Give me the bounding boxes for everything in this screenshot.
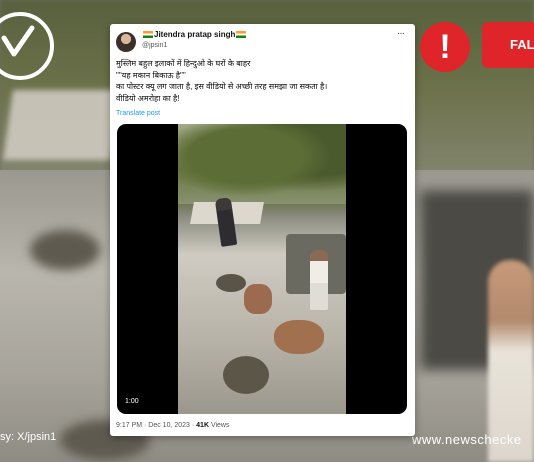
video-duration: 1:00 [125, 398, 139, 405]
video-mud-pile [223, 356, 269, 394]
background-rock [30, 230, 100, 270]
background-slab [3, 90, 121, 160]
author-name-text: Jitendra pratap singh [154, 30, 236, 39]
tweet-meta: 9:17 PM · Dec 10, 2023 · 41K Views [116, 422, 230, 429]
video-brick-pile [244, 284, 272, 314]
site-watermark: www.newschecke [412, 432, 522, 447]
views-count: 41K [196, 422, 209, 429]
false-verdict-badge: FAL [482, 22, 534, 68]
tweet-card: Jitendra pratap singh @jpsin1 ··· मुस्लि… [110, 24, 415, 436]
views-label: Views [209, 422, 230, 429]
author-handle[interactable]: @jpsin1 [142, 42, 167, 49]
video-person [310, 250, 328, 310]
tweet-line: ""यह मकान बिकाऊ है"" [116, 70, 186, 80]
more-options-icon[interactable]: ··· [397, 28, 405, 39]
alert-icon: ! [420, 22, 470, 72]
india-flag-icon [236, 31, 247, 39]
courtesy-credit: sy: X/jpsin1 [0, 431, 57, 443]
translate-post-link[interactable]: Translate post [116, 110, 160, 117]
video-trees [178, 124, 346, 204]
video-frame [178, 124, 346, 414]
video-player[interactable]: 1:00 [117, 124, 407, 414]
india-flag-icon [143, 31, 153, 39]
checkmark-icon [1, 25, 35, 57]
video-mud-pile [216, 274, 246, 292]
video-brick-pile [274, 320, 324, 354]
tweet-text: मुस्लिम बहुल इलाकों में हिन्दुओ के घरों … [116, 58, 411, 104]
tweet-line: मुस्लिम बहुल इलाकों में हिन्दुओ के घरों … [116, 59, 251, 68]
avatar[interactable] [116, 32, 136, 52]
tweet-line: वीडियो अमरोहा का है! [116, 93, 180, 103]
author-name[interactable]: Jitendra pratap singh [142, 30, 247, 39]
tweet-timestamp[interactable]: 9:17 PM · Dec 10, 2023 · [116, 422, 196, 429]
tweet-line: का पोस्टर क्यू लग जाता है, इस वीडियो से … [116, 82, 328, 92]
